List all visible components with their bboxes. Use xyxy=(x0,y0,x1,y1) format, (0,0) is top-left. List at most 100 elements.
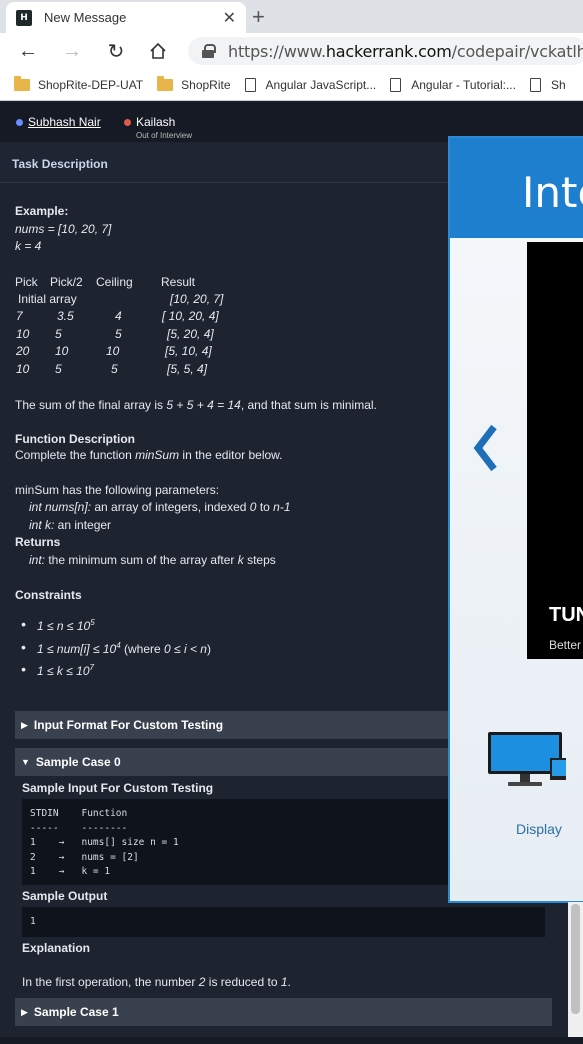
explanation-title: Explanation xyxy=(22,941,91,955)
explanation-text: In the first operation, the number 2 is … xyxy=(22,975,291,989)
params-intro: minSum has the following parameters: xyxy=(15,483,220,497)
browser-toolbar: ← → ↻ https://www.hackerrank.com/codepai… xyxy=(0,33,583,69)
bookmark-item[interactable]: Angular JavaScript... xyxy=(244,77,377,92)
reload-icon[interactable]: ↻ xyxy=(104,39,128,63)
table-cell: [5, 10, 4] xyxy=(165,344,212,358)
tab-title: New Message xyxy=(44,10,127,25)
returns-title: Returns xyxy=(15,535,61,549)
table-cell: 10 xyxy=(16,362,30,376)
bookmark-label: Angular - Tutorial:... xyxy=(411,77,516,92)
hackerrank-favicon-icon: H xyxy=(16,9,32,26)
address-bar[interactable]: https://www.hackerrank.com/codepair/vcka… xyxy=(188,37,583,65)
task-description-title: Task Description xyxy=(12,157,108,171)
new-tab-icon[interactable]: + xyxy=(252,4,265,30)
table-cell: 5 xyxy=(111,362,118,376)
sample-output-title: Sample Output xyxy=(22,889,108,903)
participant-1[interactable]: Subhash Nair xyxy=(16,115,101,129)
page-icon xyxy=(390,77,402,92)
table-header-ceiling: Ceiling xyxy=(96,275,133,289)
caret-right-icon: ▶ xyxy=(21,1006,28,1017)
table-header-pick-half: Pick/2 xyxy=(50,275,83,289)
function-description-title: Function Description xyxy=(15,432,135,446)
table-cell: 10 xyxy=(16,327,30,341)
overlay-display-label[interactable]: Display xyxy=(516,821,562,837)
bookmark-item[interactable]: Sh xyxy=(529,77,566,92)
table-cell: 5 xyxy=(55,327,62,341)
caret-right-icon: ▶ xyxy=(21,719,28,730)
bookmark-label: Sh xyxy=(550,77,566,92)
status-dot-icon xyxy=(16,118,23,126)
table-cell: [5, 20, 4] xyxy=(167,327,214,341)
table-cell: [5, 5, 4] xyxy=(167,362,208,376)
bookmark-item[interactable]: ShopRite xyxy=(157,75,231,92)
constraint-item: 1 ≤ k ≤ 107 xyxy=(21,661,94,678)
scrollbar[interactable] xyxy=(568,902,583,1042)
back-arrow-icon[interactable]: ← xyxy=(16,39,40,63)
bookmark-item[interactable]: Angular - Tutorial:... xyxy=(390,77,516,92)
chevron-left-icon[interactable] xyxy=(470,423,500,473)
section-label: Input Format For Custom Testing xyxy=(33,718,224,732)
param-nums: int nums[n]: an array of integers, index… xyxy=(29,500,291,514)
bookmark-item[interactable]: ShopRite-DEP-UAT xyxy=(14,75,144,92)
participant-2: Kailash xyxy=(124,115,175,129)
sample-case-1-section[interactable]: ▶ Sample Case 1 xyxy=(15,998,552,1026)
url-prefix: https://www. xyxy=(228,41,326,61)
sum-sentence: The sum of the final array is 5 + 5 + 4 … xyxy=(15,398,377,412)
section-label: Sample Case 0 xyxy=(35,755,121,769)
table-header-result: Result xyxy=(161,275,196,289)
table-cell: [ 10, 20, 4] xyxy=(162,309,219,323)
overlay-title: Inte xyxy=(522,168,583,217)
constraint-item: 1 ≤ n ≤ 105 xyxy=(21,616,95,633)
code-line: 1 xyxy=(30,916,36,927)
constraint-item: 1 ≤ num[i] ≤ 104 (where 0 ≤ i < n) xyxy=(21,639,211,656)
forward-arrow-icon[interactable]: → xyxy=(60,39,84,63)
browser-tabbar: H New Message ✕ + xyxy=(0,0,583,33)
nums-line: nums = [10, 20, 7] xyxy=(15,222,112,236)
table-cell: 10 xyxy=(106,344,120,358)
page-icon xyxy=(244,77,256,92)
initial-array-value: [10, 20, 7] xyxy=(170,292,224,306)
bookmark-label: ShopRite xyxy=(181,77,231,92)
overlay-video[interactable] xyxy=(527,242,583,659)
bookmarks-bar: ShopRite-DEP-UAT ShopRite Angular JavaSc… xyxy=(0,69,583,101)
participant-name: Kailash xyxy=(136,115,176,129)
sample-input-title: Sample Input For Custom Testing xyxy=(22,781,214,795)
table-cell: 3.5 xyxy=(57,309,74,323)
table-cell: 5 xyxy=(55,362,62,376)
overlay-header: Inte xyxy=(450,138,583,238)
folder-icon xyxy=(14,75,30,91)
folder-icon xyxy=(157,75,174,91)
sample-output-code: 1 xyxy=(22,907,545,937)
table-cell: 5 xyxy=(115,327,122,341)
status-dot-icon xyxy=(124,118,131,126)
url-path: /codepair/vckatlhgrbl xyxy=(451,41,583,61)
bookmark-label: ShopRite-DEP-UAT xyxy=(38,77,144,92)
section-label: Sample Case 1 xyxy=(33,1005,119,1019)
example-label: Example: xyxy=(15,204,69,218)
function-description-text: Complete the function minSum in the edit… xyxy=(15,448,283,462)
table-header-pick: Pick xyxy=(15,275,38,289)
table-cell: 10 xyxy=(55,344,69,358)
monitor-icon xyxy=(488,732,566,786)
tab-close-icon[interactable]: ✕ xyxy=(223,8,236,28)
url-domain: hackerrank.com xyxy=(325,41,452,61)
participant-status: Out of Interview xyxy=(136,131,193,140)
home-icon[interactable] xyxy=(146,39,170,63)
browser-tab[interactable]: H New Message ✕ xyxy=(6,2,246,33)
overlay-video-title: TUN xyxy=(549,604,583,626)
bookmark-label: Angular JavaScript... xyxy=(265,77,377,92)
table-cell: 7 xyxy=(16,309,23,323)
table-cell: 4 xyxy=(115,309,122,323)
overlay-window[interactable]: Inte TUN Better Display xyxy=(448,136,583,903)
overlay-video-subtitle: Better xyxy=(549,638,582,652)
param-k: int k: an integer xyxy=(29,518,112,532)
returns-text: int: the minimum sum of the array after … xyxy=(29,553,276,567)
participant-name: Subhash Nair xyxy=(28,115,101,129)
initial-array-label: Initial array xyxy=(18,292,77,306)
constraints-title: Constraints xyxy=(15,588,82,602)
lock-icon xyxy=(202,44,216,58)
scrollbar-thumb[interactable] xyxy=(571,904,580,1014)
page-icon xyxy=(529,77,541,92)
k-line: k = 4 xyxy=(15,239,42,253)
table-cell: 20 xyxy=(16,344,30,358)
